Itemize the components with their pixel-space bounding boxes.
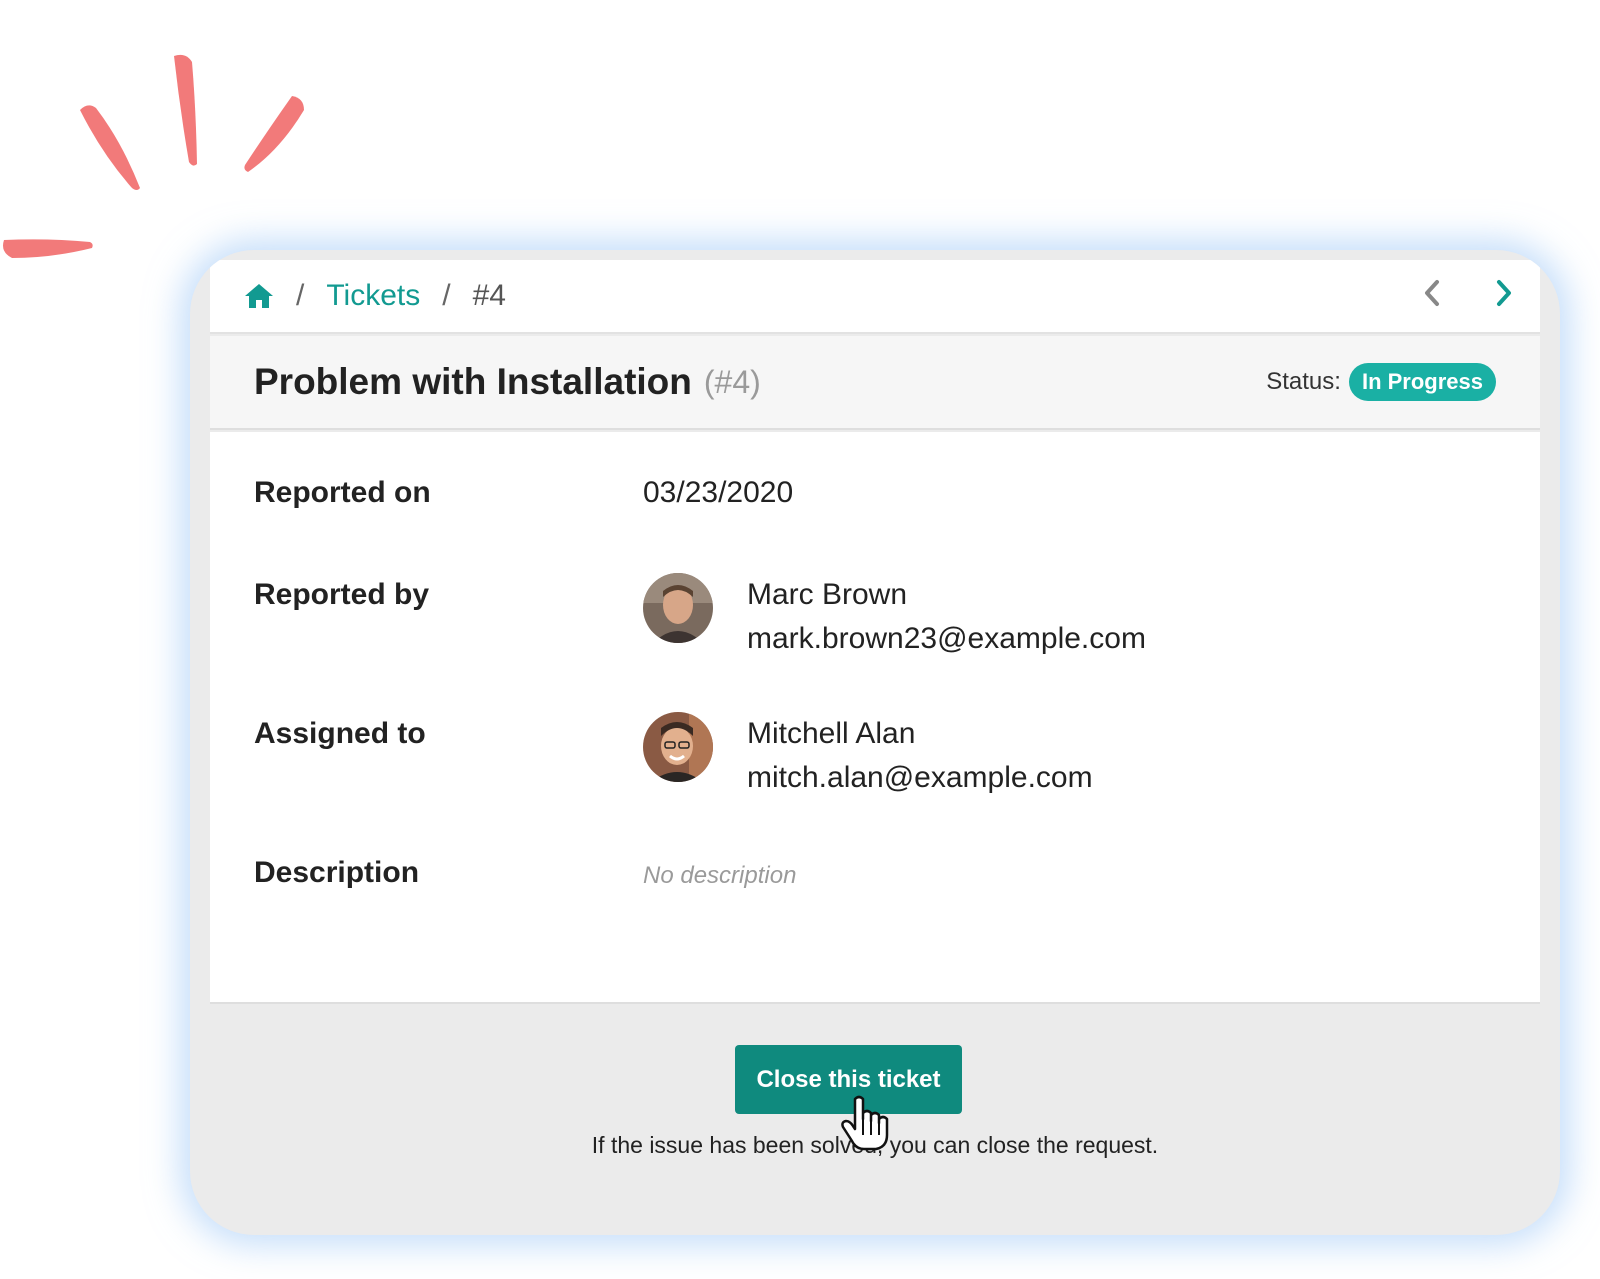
breadcrumb: / Tickets / #4: [210, 260, 1540, 334]
hand-cursor-icon: [841, 1095, 889, 1151]
avatar[interactable]: [643, 712, 713, 782]
breadcrumb-current: #4: [472, 279, 506, 312]
status-label: Status:: [1266, 368, 1341, 395]
assignee: Mitchell Alan mitch.alan@example.com: [747, 712, 1093, 800]
breadcrumb-tickets-link[interactable]: Tickets: [326, 279, 420, 313]
reporter-name: Marc Brown: [747, 578, 908, 611]
status-group: Status: In Progress: [1266, 363, 1496, 401]
chevron-left-icon[interactable]: [1396, 278, 1468, 316]
status-badge[interactable]: In Progress: [1348, 363, 1496, 401]
home-icon[interactable]: [244, 282, 274, 310]
assigned-to-label: Assigned to: [254, 717, 426, 750]
record-pager: [1396, 260, 1540, 334]
breadcrumb-separator: /: [442, 279, 451, 312]
reported-by-label: Reported by: [254, 578, 430, 611]
ticket-footer: Close this ticket If the issue has been …: [190, 1002, 1560, 1235]
breadcrumb-separator: /: [296, 279, 305, 312]
burst-decoration: [3, 54, 304, 258]
ticket-details: Reported on 03/23/2020 Reported by Marc …: [210, 432, 1540, 1004]
assignee-email[interactable]: mitch.alan@example.com: [747, 756, 1093, 800]
ticket-title: Problem with Installation: [254, 361, 692, 402]
avatar[interactable]: [643, 573, 713, 643]
description-label: Description: [254, 856, 420, 889]
reporter-email[interactable]: mark.brown23@example.com: [747, 617, 1146, 661]
reported-on-label: Reported on: [254, 476, 431, 509]
assignee-name: Mitchell Alan: [747, 717, 916, 750]
ticket-card: / Tickets / #4 Problem with Installation…: [190, 250, 1560, 1235]
reporter: Marc Brown mark.brown23@example.com: [747, 573, 1146, 661]
reported-on-value: 03/23/2020: [643, 476, 794, 509]
description-value: No description: [643, 862, 797, 889]
ticket-header: Problem with Installation (#4) Status: I…: [210, 336, 1540, 430]
ticket-ref: (#4): [703, 363, 761, 400]
chevron-right-icon[interactable]: [1468, 278, 1540, 316]
